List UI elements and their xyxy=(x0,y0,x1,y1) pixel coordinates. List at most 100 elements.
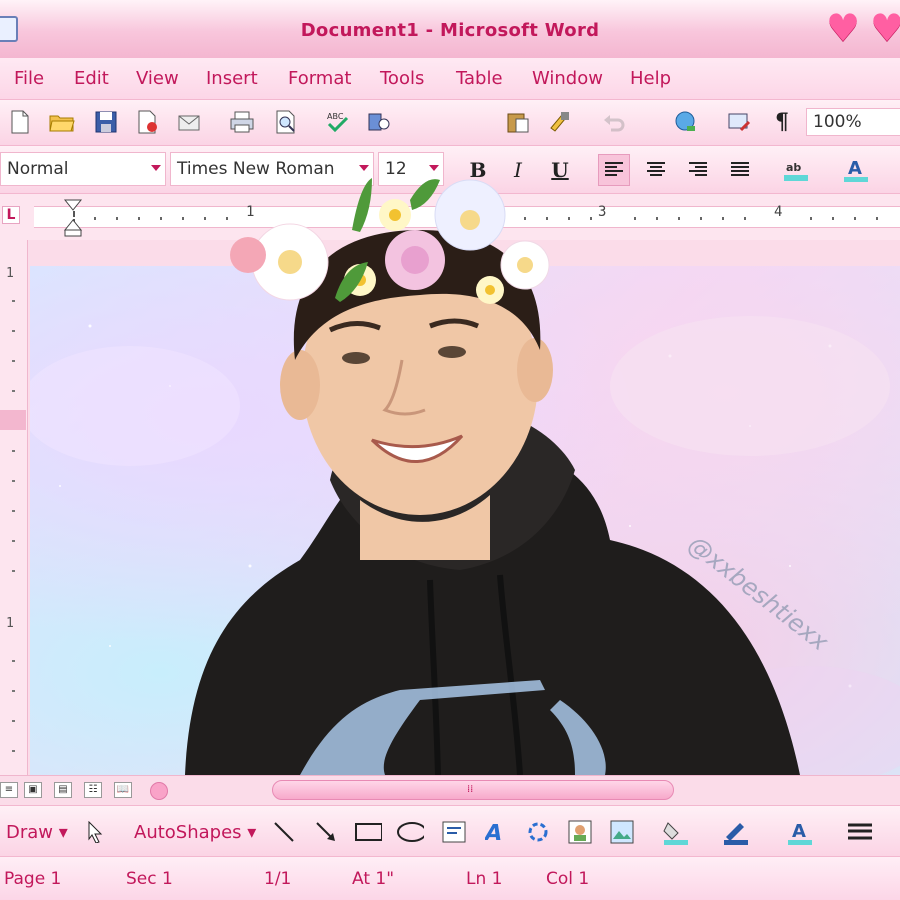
heart-icon: ♥ xyxy=(826,6,861,50)
research-icon[interactable] xyxy=(366,108,394,136)
svg-text:A: A xyxy=(792,821,806,842)
font-size-value: 12 xyxy=(385,159,407,179)
status-at: At 1" xyxy=(352,869,395,889)
menu-table[interactable]: Table xyxy=(456,68,503,89)
highlight-button[interactable]: ab xyxy=(780,154,812,186)
window-title: Document1 - Microsoft Word xyxy=(300,20,600,41)
email-icon[interactable] xyxy=(176,108,204,136)
style-select[interactable]: Normal xyxy=(0,152,166,186)
scroll-left-button[interactable] xyxy=(150,782,168,800)
align-center-button[interactable] xyxy=(640,154,672,186)
standard-toolbar: ABC ¶ 100% xyxy=(0,100,900,146)
draw-menu-button[interactable]: Draw ▾ xyxy=(6,822,68,843)
autoshapes-menu-button[interactable]: AutoShapes ▾ xyxy=(134,822,256,843)
print-preview-icon[interactable] xyxy=(272,108,300,136)
word-window: Document1 - Microsoft Word ♥ ♥ File Edit… xyxy=(0,0,900,900)
font-color-button[interactable]: A xyxy=(840,154,872,186)
menu-edit[interactable]: Edit xyxy=(74,68,109,89)
text-box-icon[interactable] xyxy=(440,818,468,846)
print-icon[interactable] xyxy=(228,108,256,136)
diagram-icon[interactable] xyxy=(524,818,552,846)
fill-color-icon[interactable] xyxy=(662,818,690,846)
drawing-toolbar: Draw ▾ AutoShapes ▾ A A xyxy=(0,805,900,857)
status-section: Sec 1 xyxy=(126,869,173,889)
ruler-mark: 4 xyxy=(774,204,783,220)
justify-button[interactable] xyxy=(724,154,756,186)
align-right-icon xyxy=(689,162,707,176)
menu-insert[interactable]: Insert xyxy=(206,68,258,89)
horizontal-scrollbar-thumb[interactable]: ⁞⁞ xyxy=(272,780,674,800)
horizontal-ruler: L 1 3 4 xyxy=(0,194,900,240)
chevron-down-icon xyxy=(429,165,439,171)
save-icon[interactable] xyxy=(92,108,120,136)
align-center-icon xyxy=(647,162,665,176)
status-page-count: 1/1 xyxy=(264,869,292,889)
paste-icon[interactable] xyxy=(504,108,532,136)
normal-view-icon[interactable]: ≡ xyxy=(0,782,18,798)
select-objects-icon[interactable] xyxy=(82,818,110,846)
align-left-button[interactable] xyxy=(598,154,630,186)
undo-icon[interactable] xyxy=(600,108,628,136)
draw-label: Draw xyxy=(6,822,54,843)
font-size-select[interactable]: 12 xyxy=(378,152,444,186)
line-color-icon[interactable] xyxy=(722,818,750,846)
insert-picture-icon[interactable] xyxy=(608,818,636,846)
bold-button[interactable]: B xyxy=(462,154,494,186)
menu-view[interactable]: View xyxy=(136,68,179,89)
spelling-icon[interactable]: ABC xyxy=(324,108,352,136)
menu-window[interactable]: Window xyxy=(532,68,603,89)
web-view-icon[interactable]: ▣ xyxy=(24,782,42,798)
underline-button[interactable]: U xyxy=(544,154,576,186)
chevron-down-icon xyxy=(151,165,161,171)
align-right-button[interactable] xyxy=(682,154,714,186)
indent-marker[interactable] xyxy=(62,194,84,240)
zoom-box[interactable]: 100% xyxy=(806,108,900,136)
menu-tools[interactable]: Tools xyxy=(380,68,424,89)
line-icon[interactable] xyxy=(270,818,298,846)
chevron-down-icon xyxy=(359,165,369,171)
permission-icon[interactable] xyxy=(134,108,162,136)
clip-art-icon[interactable] xyxy=(566,818,594,846)
formatting-toolbar: Normal Times New Roman 12 B I U ab A xyxy=(0,146,900,194)
scroll-grip-icon: ⁞⁞ xyxy=(467,784,474,795)
arrow-icon[interactable] xyxy=(312,818,340,846)
rectangle-icon[interactable] xyxy=(354,818,382,846)
ruler-mark: 3 xyxy=(598,204,607,220)
line-style-icon[interactable] xyxy=(846,818,874,846)
font-select[interactable]: Times New Roman xyxy=(170,152,374,186)
highlight-icon: ab xyxy=(784,161,808,181)
svg-text:ab: ab xyxy=(786,161,801,174)
menu-help[interactable]: Help xyxy=(630,68,671,89)
style-value: Normal xyxy=(7,159,69,179)
ruler-ticks xyxy=(73,211,878,225)
title-bar: Document1 - Microsoft Word ♥ ♥ xyxy=(0,0,900,58)
draw-font-color-icon[interactable]: A xyxy=(786,818,814,846)
document-page[interactable] xyxy=(30,240,900,775)
svg-text:A: A xyxy=(848,158,862,179)
menu-file[interactable]: File xyxy=(14,68,44,89)
ruler-mark: 1 xyxy=(246,204,255,220)
open-folder-icon[interactable] xyxy=(48,108,76,136)
print-view-icon[interactable]: ▤ xyxy=(54,782,72,798)
menu-format[interactable]: Format xyxy=(288,68,351,89)
wordart-icon[interactable]: A xyxy=(484,818,512,846)
reading-view-icon[interactable]: 📖 xyxy=(114,782,132,798)
format-painter-icon[interactable] xyxy=(546,108,574,136)
italic-button[interactable]: I xyxy=(502,154,534,186)
status-bar: Page 1 Sec 1 1/1 At 1" Ln 1 Col 1 xyxy=(0,857,900,900)
align-left-icon xyxy=(605,162,623,176)
sparkles xyxy=(30,316,900,775)
svg-text:ABC: ABC xyxy=(327,112,344,121)
svg-text:A: A xyxy=(485,820,506,845)
status-line: Ln 1 xyxy=(466,869,503,889)
hyperlink-icon[interactable] xyxy=(672,108,700,136)
tables-borders-icon[interactable] xyxy=(726,108,754,136)
show-formatting-icon[interactable]: ¶ xyxy=(768,108,796,136)
oval-icon[interactable] xyxy=(396,818,424,846)
tab-stop-selector[interactable]: L xyxy=(2,206,20,224)
outline-view-icon[interactable]: ☷ xyxy=(84,782,102,798)
heart-icon: ♥ xyxy=(870,6,900,50)
justify-icon xyxy=(731,162,749,176)
vruler-ticks xyxy=(0,300,26,752)
new-document-icon[interactable] xyxy=(6,108,34,136)
